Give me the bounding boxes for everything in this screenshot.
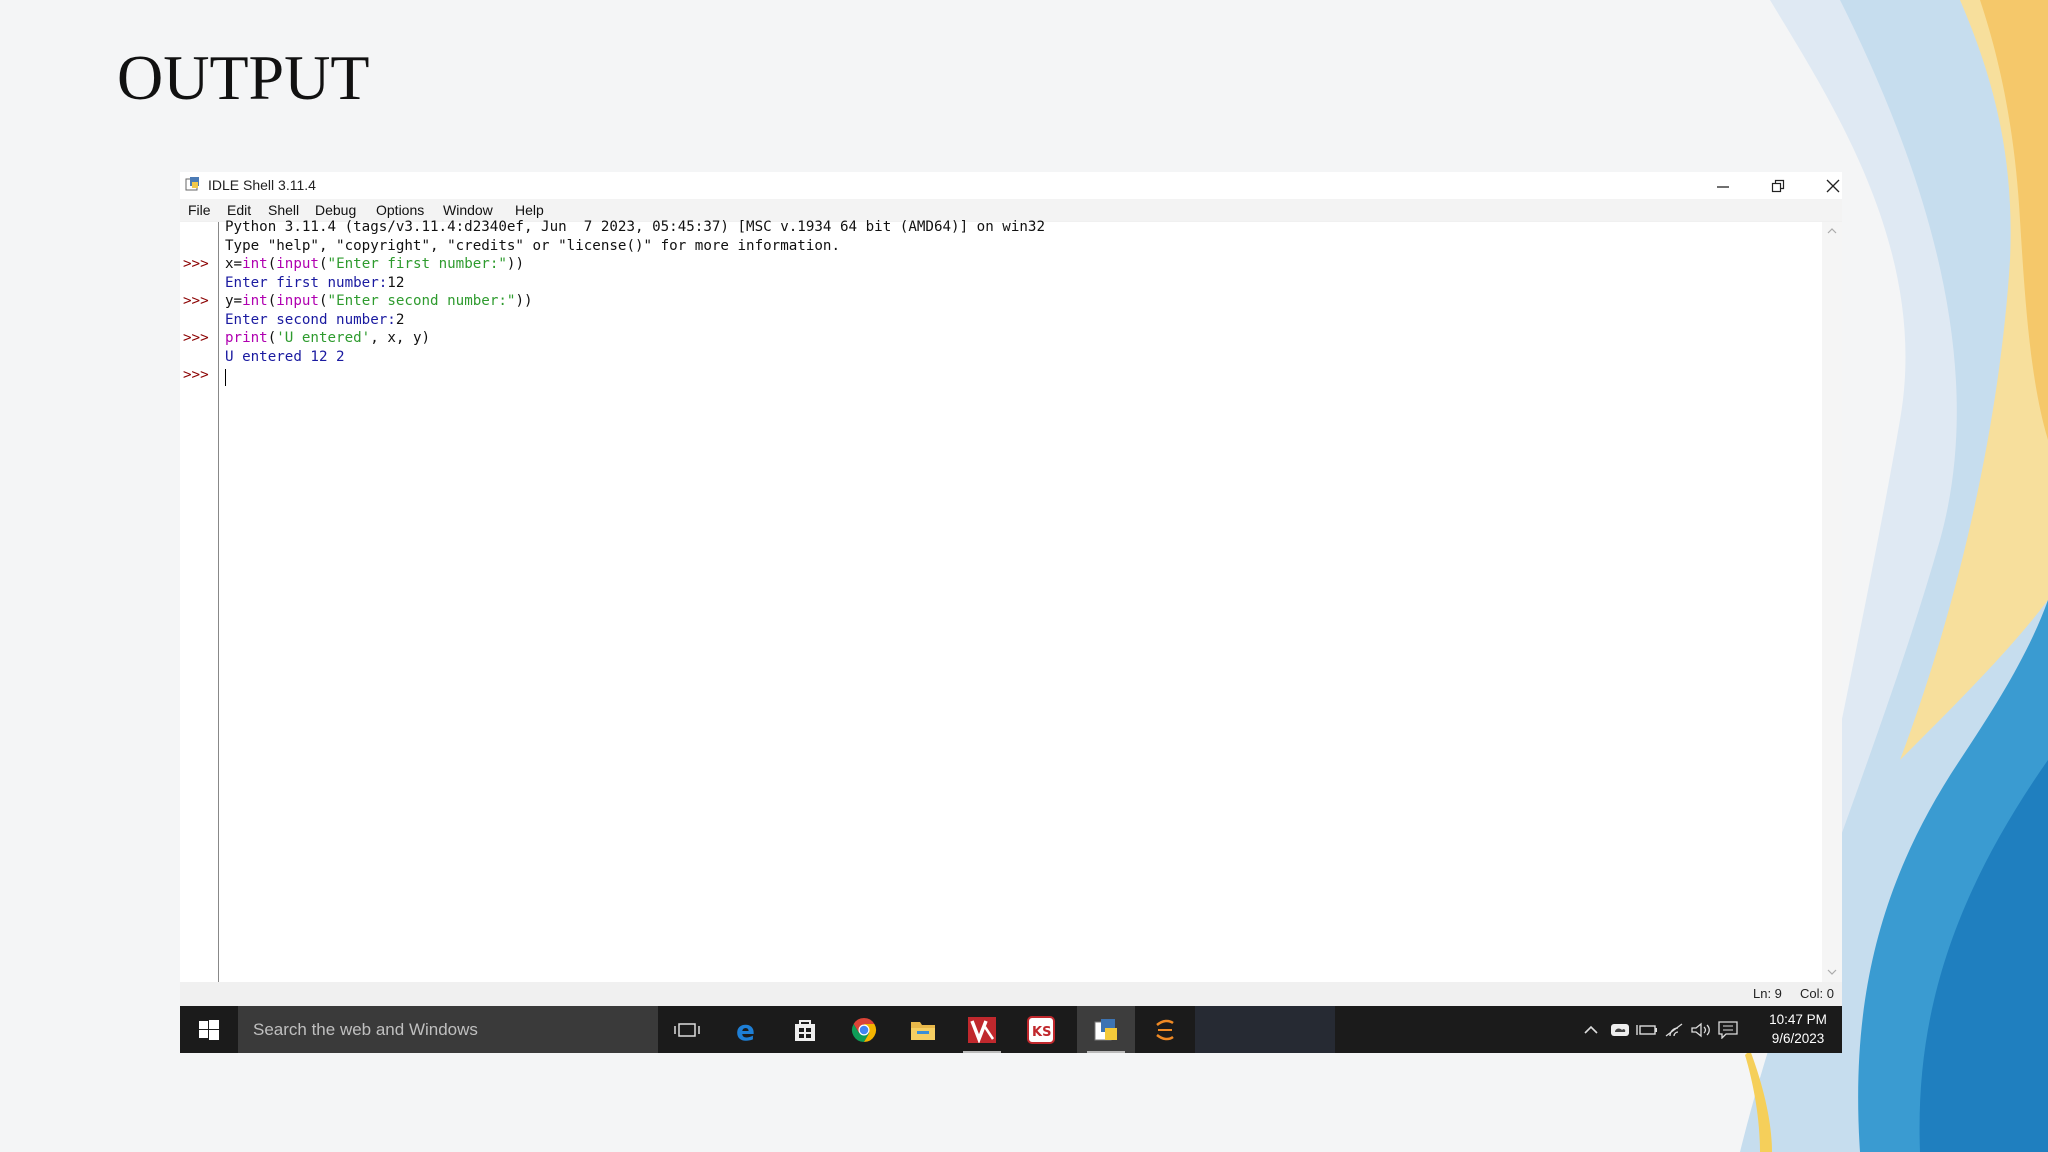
output-line: Enter first number:12 <box>225 274 405 291</box>
prompt-marker: >>> <box>183 293 209 309</box>
slide-title: OUTPUT <box>117 42 370 113</box>
line-number: Ln: 9 <box>1753 986 1782 1001</box>
app-ks-button[interactable]: KS <box>1012 1006 1070 1053</box>
idle-shell-window: IDLE Shell 3.11.4 File Edit Shell Debug … <box>180 172 1842 1006</box>
column-number: Col: 0 <box>1800 986 1834 1001</box>
close-icon <box>1826 179 1840 192</box>
file-explorer-button[interactable] <box>894 1006 952 1053</box>
menu-shell[interactable]: Shell <box>268 202 299 218</box>
python-idle-icon <box>1094 1018 1117 1040</box>
banner-line: Python 3.11.4 (tags/v3.11.4:d2340ef, Jun… <box>225 219 1045 235</box>
idle-app-icon <box>185 177 199 191</box>
app-v-button[interactable] <box>953 1006 1011 1053</box>
wifi-icon <box>1665 1023 1683 1037</box>
speaker-icon <box>1691 1022 1710 1038</box>
notification-icon <box>1718 1021 1738 1039</box>
show-hidden-icons-button[interactable] <box>1580 1020 1602 1040</box>
prompt-marker: >>> <box>183 256 209 272</box>
input-line: x=int(input("Enter first number:")) <box>225 256 524 272</box>
banner-line: Type "help", "copyright", "credits" or "… <box>225 237 840 254</box>
chevron-up-icon <box>1584 1025 1598 1034</box>
store-icon <box>795 1019 815 1041</box>
chrome-button[interactable] <box>835 1006 893 1053</box>
close-button[interactable] <box>1810 172 1856 199</box>
sublime-icon <box>1156 1019 1174 1040</box>
text-cursor <box>225 369 226 386</box>
cloud-icon <box>1611 1024 1629 1036</box>
volume-tray-icon[interactable] <box>1689 1020 1713 1040</box>
output-line: Enter second number:2 <box>225 311 405 328</box>
prompt-marker: >>> <box>183 367 209 383</box>
vertical-scrollbar[interactable] <box>1822 222 1842 982</box>
menu-help[interactable]: Help <box>515 202 544 218</box>
menu-file[interactable]: File <box>188 202 211 218</box>
menu-options[interactable]: Options <box>376 202 424 218</box>
menu-edit[interactable]: Edit <box>227 202 251 218</box>
python-idle-button[interactable] <box>1077 1006 1135 1053</box>
svg-text:e: e <box>736 1017 755 1043</box>
input-line: print('U entered', x, y) <box>225 330 431 346</box>
window-title: IDLE Shell 3.11.4 <box>208 177 316 193</box>
title-bar: IDLE Shell 3.11.4 <box>180 172 1842 199</box>
restore-icon <box>1771 179 1785 192</box>
onedrive-tray-icon[interactable] <box>1608 1020 1632 1040</box>
task-view-icon <box>674 1022 700 1037</box>
edge-button[interactable]: e <box>717 1006 775 1053</box>
output-line: U entered 12 2 <box>225 348 345 365</box>
status-bar: Ln: 9 Col: 0 <box>180 982 1842 1006</box>
task-view-button[interactable] <box>658 1006 716 1053</box>
network-tray-icon[interactable] <box>1662 1020 1686 1040</box>
search-box[interactable]: Search the web and Windows <box>238 1006 658 1053</box>
running-indicator <box>963 1051 1001 1053</box>
action-center-tray-icon[interactable] <box>1716 1020 1740 1040</box>
shell-text-area[interactable]: Python 3.11.4 (tags/v3.11.4:d2340ef, Jun… <box>219 219 1822 982</box>
svg-text:KS: KS <box>1032 1025 1051 1040</box>
search-placeholder: Search the web and Windows <box>253 1020 478 1039</box>
file-explorer-icon <box>911 1021 935 1040</box>
app-v-icon <box>968 1016 996 1043</box>
chrome-icon <box>851 1017 877 1042</box>
running-indicator <box>1087 1051 1125 1053</box>
taskbar-blank-area <box>1195 1006 1335 1053</box>
taskbar-clock[interactable]: 10:47 PM 9/6/2023 <box>1760 1010 1836 1048</box>
sublime-button[interactable] <box>1136 1006 1194 1053</box>
battery-tray-icon[interactable] <box>1635 1020 1659 1040</box>
menu-debug[interactable]: Debug <box>315 202 356 218</box>
taskbar: Search the web and Windows e KS 10:47 PM… <box>180 1006 1842 1053</box>
app-ks-icon: KS <box>1027 1015 1055 1044</box>
menu-window[interactable]: Window <box>443 202 493 218</box>
clock-time: 10:47 PM <box>1769 1012 1827 1027</box>
windows-logo-icon <box>199 1019 219 1040</box>
battery-icon <box>1636 1025 1657 1035</box>
clock-date: 9/6/2023 <box>1771 1031 1825 1046</box>
input-line: y=int(input("Enter second number:")) <box>225 293 533 309</box>
minimize-button[interactable] <box>1700 172 1746 199</box>
scroll-up-icon[interactable] <box>1827 227 1837 235</box>
prompt-marker: >>> <box>183 330 209 346</box>
prompt-gutter: >>> >>> >>> >>> <box>180 222 219 982</box>
store-button[interactable] <box>776 1006 834 1053</box>
minimize-icon <box>1717 185 1729 188</box>
restore-button[interactable] <box>1755 172 1801 199</box>
scroll-down-icon[interactable] <box>1827 968 1837 976</box>
start-button[interactable] <box>180 1006 238 1053</box>
edge-icon: e <box>736 1017 755 1043</box>
